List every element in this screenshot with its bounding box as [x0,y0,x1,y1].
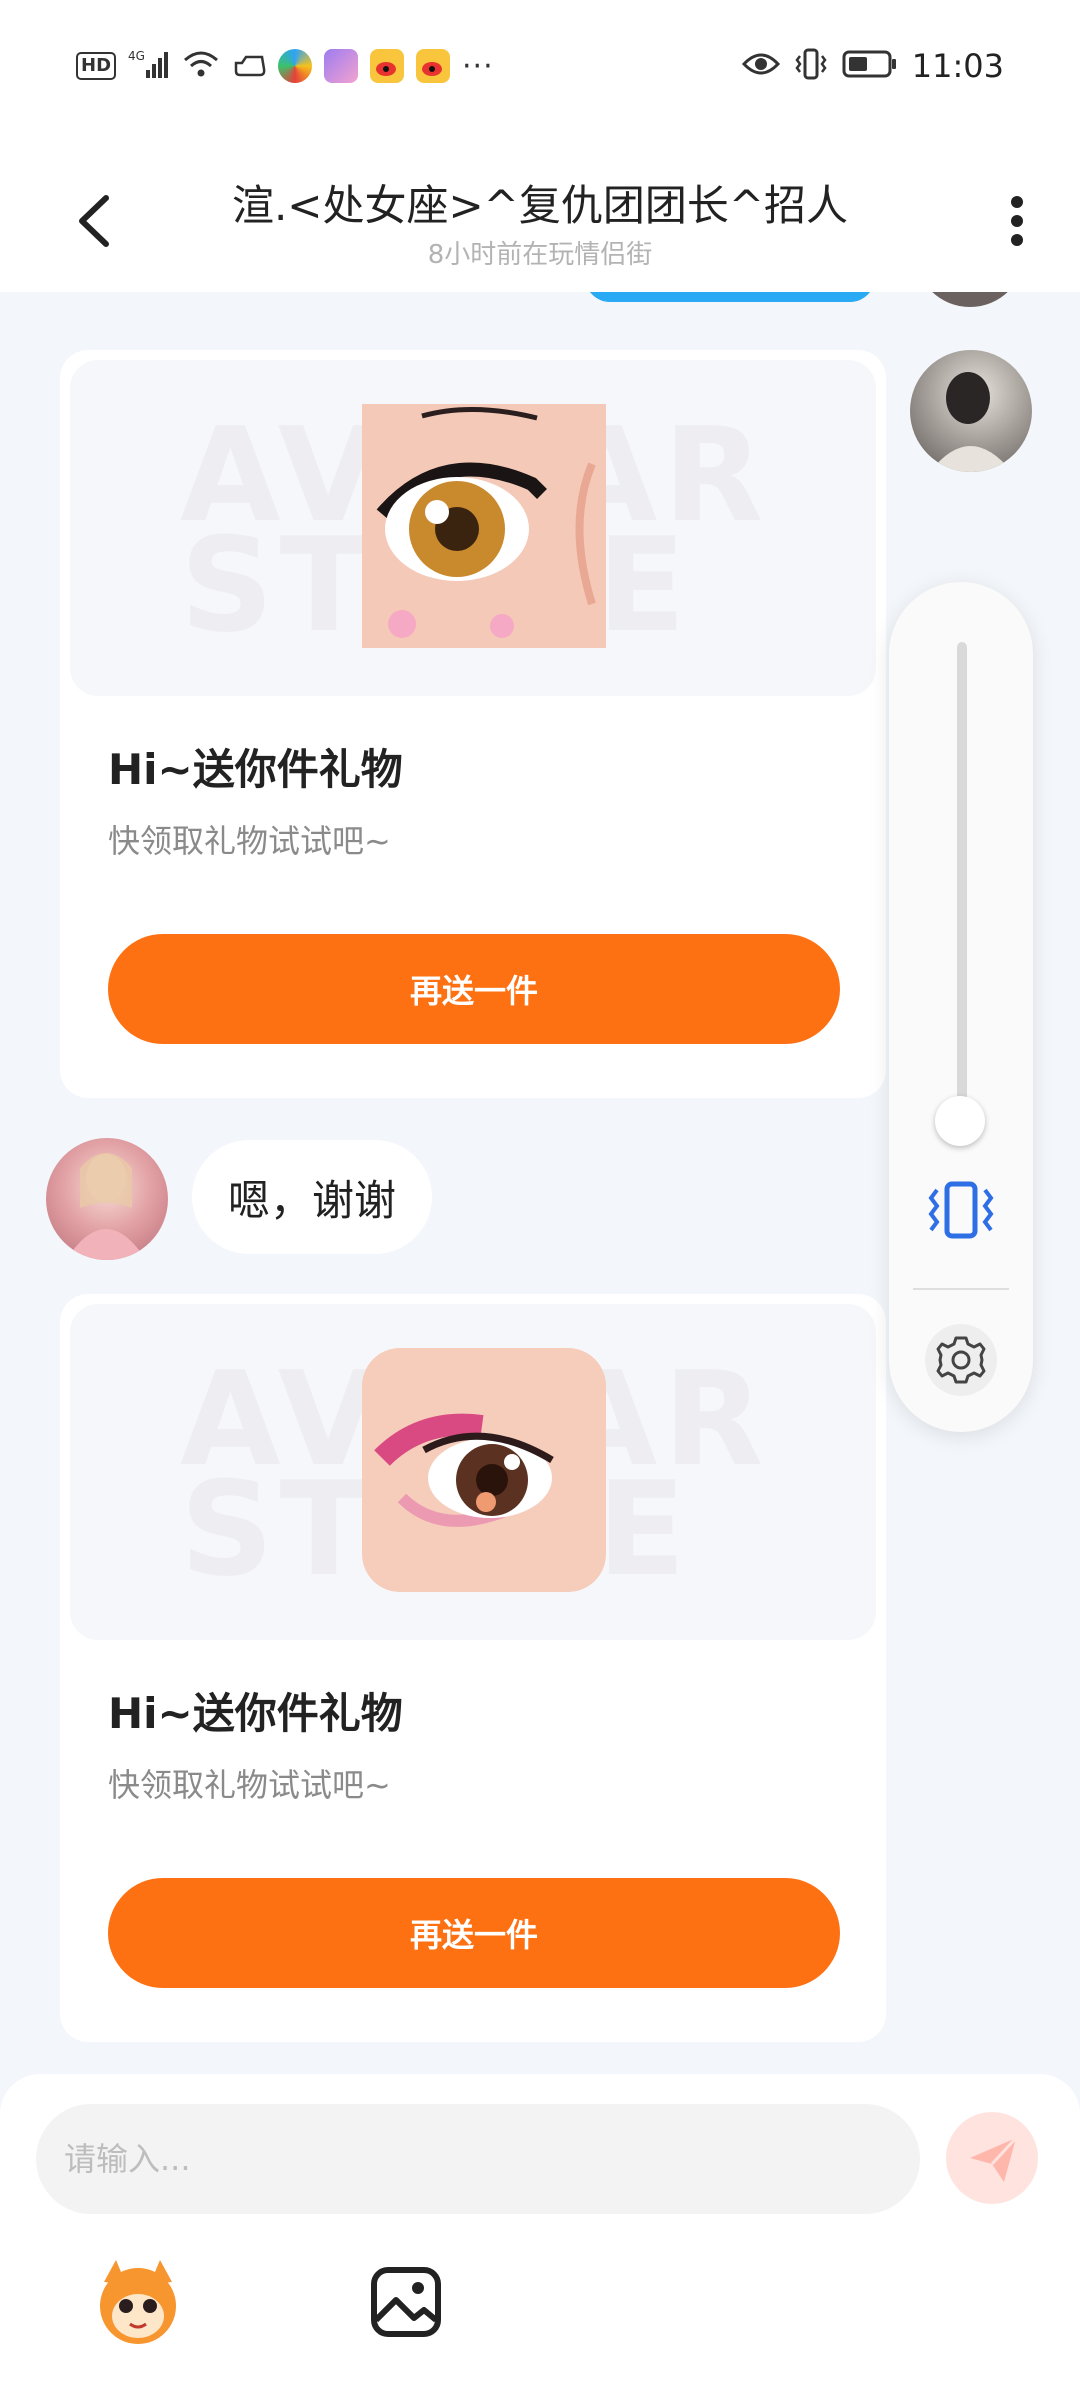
more-notifications-icon: ··· [462,48,494,84]
clock: 11:03 [911,47,1004,85]
weibo-icon [370,49,405,83]
gift-card: AVATAR STORE Hi~送你件礼物 快领取礼物试试吧~ 再送一件 [60,1294,886,2042]
image-icon [371,2267,441,2337]
image-picker-button[interactable] [366,2262,446,2342]
volume-slider-knob[interactable] [935,1096,985,1146]
status-left: HD 4G ··· [76,46,494,86]
chevron-left-icon [79,195,109,247]
mascot-sticker-button[interactable] [90,2254,186,2350]
signal-icon: 4G [128,48,170,84]
send-button[interactable] [946,2112,1038,2204]
gift-eye-image [362,404,606,648]
resend-gift-button[interactable]: 再送一件 [108,1878,840,1988]
gift-eye-image [362,1348,606,1592]
friend-avatar[interactable] [46,1138,168,1260]
gear-icon[interactable] [923,1322,999,1398]
volume-panel [889,582,1033,1432]
status-right: 11:03 [741,46,1004,86]
app-icon [324,49,359,83]
more-vertical-icon [1011,196,1023,246]
chat-title: 渲.<处女座>^复仇团团长^招人 [231,181,849,230]
weibo-icon [416,49,451,83]
gift-preview[interactable]: AVATAR STORE [70,360,876,696]
input-panel [0,2074,1080,2388]
message-input[interactable] [36,2104,920,2214]
more-menu-button[interactable] [1002,188,1032,254]
hd-icon: HD [76,52,117,80]
vibrate-mode-icon[interactable] [923,1180,999,1240]
volume-slider[interactable] [957,642,967,1132]
status-bar: HD 4G ··· 11:03 [0,0,1080,130]
resend-gift-button[interactable]: 再送一件 [108,934,840,1044]
self-avatar[interactable] [910,350,1032,472]
chat-header: 渲.<处女座>^复仇团团长^招人 8小时前在玩情侣街 [0,130,1080,292]
cloud-icon [232,49,266,83]
received-message-bubble[interactable]: 嗯，谢谢 [192,1140,433,1254]
gift-description: 快领取礼物试试吧~ [108,1766,391,1804]
vibrate-icon [794,47,828,85]
gift-title: Hi~送你件礼物 [108,1689,403,1738]
battery-icon [842,49,898,83]
app-icon [278,49,313,83]
chat-subtitle: 8小时前在玩情侣街 [427,240,653,270]
wifi-icon [182,49,220,83]
send-icon [970,2136,1018,2182]
gift-card: AVATAR STORE Hi~送你件礼物 快领取礼物试试吧~ 再送一件 [60,350,886,1098]
back-button[interactable] [70,188,120,254]
mascot-icon [100,2260,176,2344]
gift-description: 快领取礼物试试吧~ [108,822,391,860]
avatar[interactable] [915,292,1025,307]
gift-title: Hi~送你件礼物 [108,745,403,794]
network-type: 4G [128,49,145,63]
eye-icon [741,50,780,82]
sent-message-bubble[interactable] [585,292,875,302]
gift-preview[interactable]: AVATAR STORE [70,1304,876,1640]
divider [913,1288,1009,1290]
